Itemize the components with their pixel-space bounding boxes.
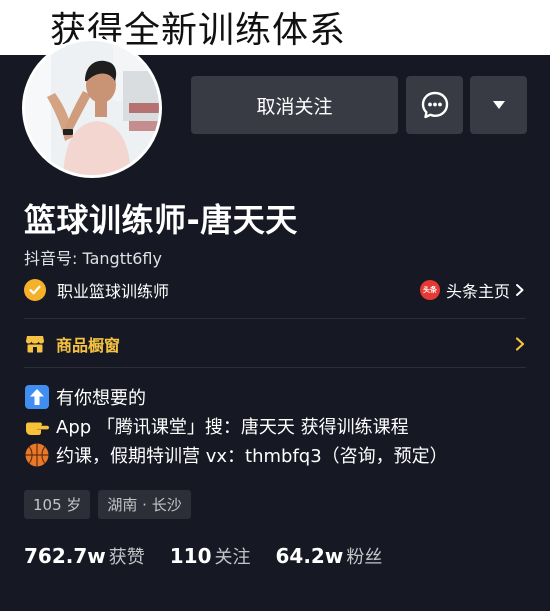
divider bbox=[24, 318, 526, 319]
chevron-right-icon bbox=[516, 284, 524, 296]
bio-text-3: 约课，假期特训营 vx：thmbfq3（咨询，预定） bbox=[56, 445, 448, 467]
verified-row: 职业篮球训练师 bbox=[24, 277, 169, 303]
bio-line: 约课，假期特训营 vx：thmbfq3（咨询，预定） bbox=[24, 440, 534, 469]
toutiao-logo-icon: 头条 bbox=[419, 280, 440, 300]
pointing-hand-emoji bbox=[26, 422, 49, 435]
douyin-id: 抖音号: Tangtt6fly bbox=[24, 249, 162, 268]
unfollow-button[interactable]: 取消关注 bbox=[191, 76, 398, 134]
message-button[interactable] bbox=[406, 76, 463, 134]
following-count: 110 bbox=[169, 544, 212, 568]
up-arrow-emoji bbox=[25, 384, 49, 409]
profile-name: 篮球训练师-唐天天 bbox=[24, 201, 298, 239]
likes-label: 获赞 bbox=[108, 547, 145, 568]
age-tag: 105 岁 bbox=[24, 490, 91, 519]
more-dropdown-button[interactable] bbox=[470, 76, 527, 134]
following-label: 关注 bbox=[214, 547, 251, 568]
basketball-emoji bbox=[25, 443, 49, 466]
verified-title: 职业篮球训练师 bbox=[57, 282, 170, 301]
bio-line: 有你想要的 bbox=[24, 382, 534, 411]
bio-line: App 「腾讯课堂」搜：唐天天 获得训练课程 bbox=[24, 411, 534, 440]
following-stat[interactable]: 110 关注 bbox=[170, 543, 251, 569]
followers-label: 粉丝 bbox=[346, 547, 383, 568]
bio-text-2: App 「腾讯课堂」搜：唐天天 获得训练课程 bbox=[56, 416, 409, 438]
profile-tags: 105 岁 湖南 · 长沙 bbox=[24, 490, 191, 519]
divider bbox=[24, 367, 526, 368]
bio-text-1: 有你想要的 bbox=[56, 387, 146, 409]
verified-check-icon bbox=[24, 279, 46, 301]
followers-stat[interactable]: 64.2w 粉丝 bbox=[276, 543, 383, 569]
location-tag[interactable]: 湖南 · 长沙 bbox=[98, 490, 191, 519]
toutiao-label: 头条主页 bbox=[445, 282, 510, 301]
likes-count: 762.7w bbox=[24, 544, 106, 568]
avatar-photo bbox=[25, 41, 159, 175]
profile-stats: 762.7w 获赞 110 关注 64.2w 粉丝 bbox=[24, 543, 407, 569]
chat-bubble-icon bbox=[421, 91, 448, 119]
shop-window-label: 商品橱窗 bbox=[56, 336, 121, 355]
shop-window-row[interactable]: 商品橱窗 bbox=[24, 330, 526, 358]
chevron-right-icon bbox=[515, 337, 525, 351]
followers-count: 64.2w bbox=[275, 544, 344, 568]
likes-stat[interactable]: 762.7w 获赞 bbox=[24, 543, 145, 569]
shop-icon bbox=[26, 336, 44, 353]
bio: 有你想要的 App 「腾讯课堂」搜：唐天天 获得训练课程 约课，假期特训营 vx… bbox=[24, 382, 534, 469]
avatar[interactable] bbox=[22, 38, 162, 178]
caret-down-icon bbox=[492, 101, 505, 109]
toutiao-homepage-link[interactable]: 头条 头条主页 bbox=[419, 278, 526, 302]
